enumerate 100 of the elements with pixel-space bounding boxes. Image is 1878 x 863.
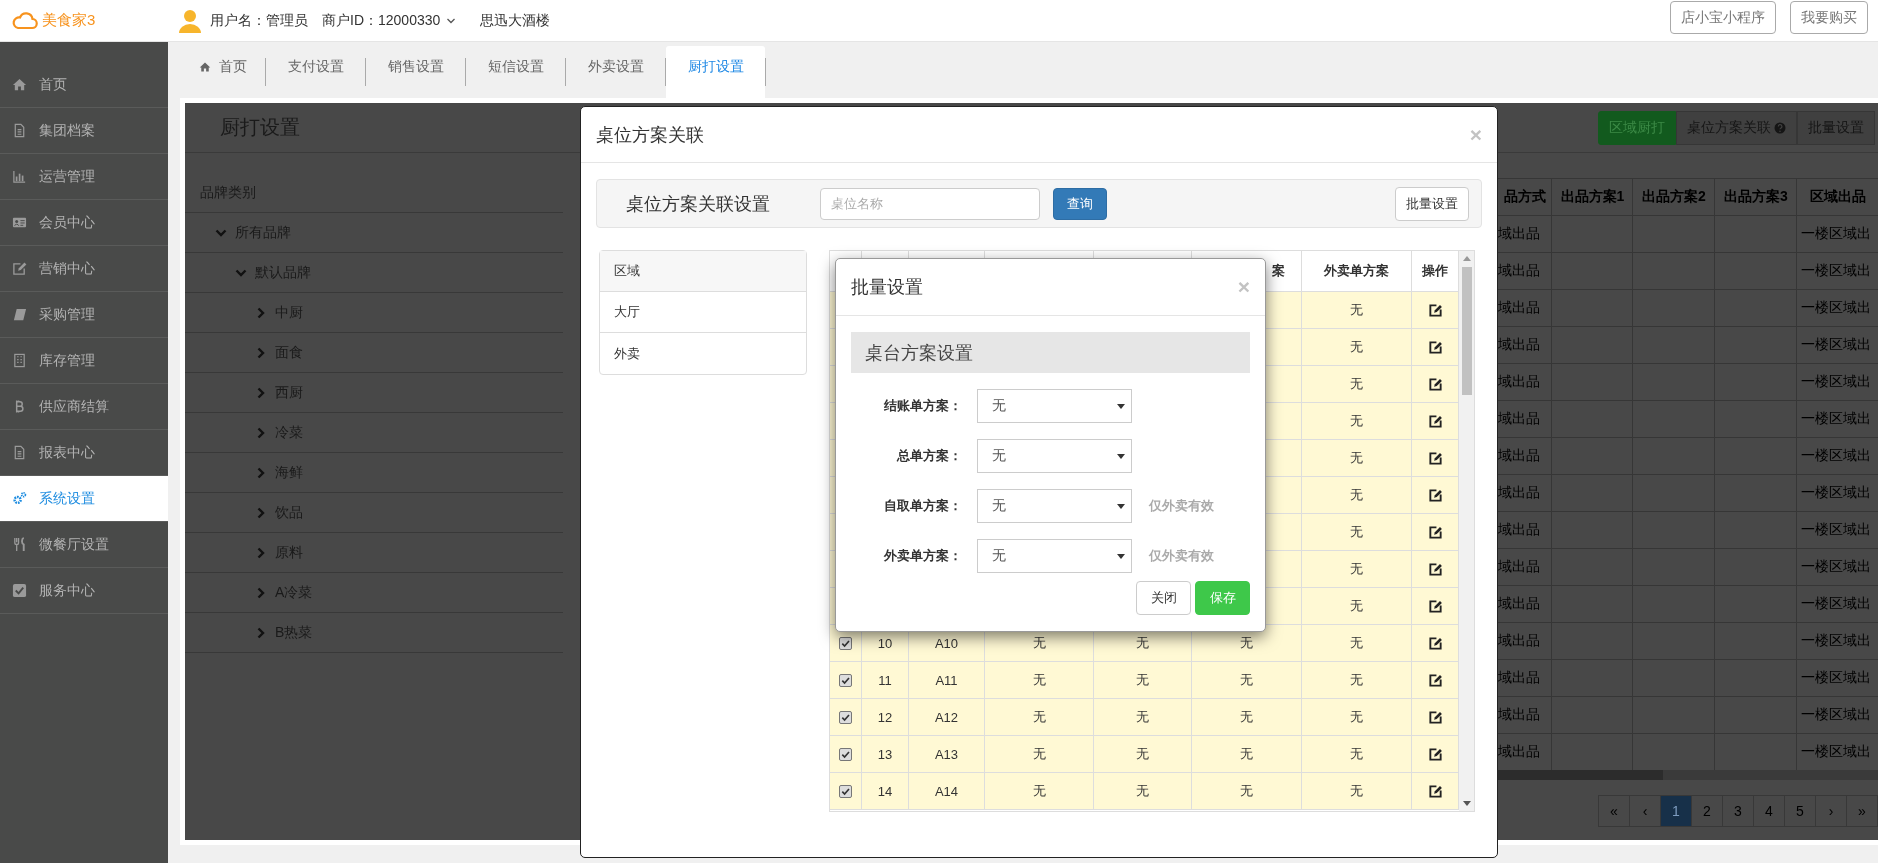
- table-cell-text: 域出品: [1498, 297, 1541, 317]
- table-row[interactable]: 13 A13 无 无 无 无: [830, 736, 1459, 773]
- close-button[interactable]: 关闭: [1136, 581, 1191, 615]
- utensils-icon: [12, 537, 27, 552]
- plan-select[interactable]: 无: [977, 439, 1132, 473]
- caret-icon: [1117, 452, 1125, 460]
- field-label: 结账单方案：: [883, 397, 962, 415]
- sidebar-item[interactable]: 营销中心: [0, 246, 168, 292]
- edit-icon[interactable]: [1427, 746, 1443, 762]
- edit-icon[interactable]: [1427, 487, 1443, 503]
- sidebar-item[interactable]: 库存管理: [0, 338, 168, 384]
- field-label: 总单方案：: [895, 447, 962, 465]
- edit-icon[interactable]: [1427, 376, 1443, 392]
- table-cell-text: 域出品: [1498, 371, 1541, 391]
- tab[interactable]: 销售设置: [366, 46, 465, 98]
- edit-icon[interactable]: [1427, 635, 1443, 651]
- page-link[interactable]: »: [1846, 795, 1878, 827]
- header-button[interactable]: 我要购买: [1790, 1, 1868, 34]
- scrollbar[interactable]: [1459, 251, 1474, 811]
- tab[interactable]: 外卖设置: [566, 46, 665, 98]
- checkbox[interactable]: [839, 710, 852, 724]
- checkbox[interactable]: [839, 673, 852, 687]
- table-cell-text: 一楼区域出: [1800, 260, 1872, 280]
- table-cell-text: 一楼区域出: [1800, 704, 1872, 724]
- cloud-logo-icon: [12, 10, 38, 31]
- table-cell-text: 一楼区域出: [1800, 445, 1872, 465]
- edit-icon[interactable]: [1427, 524, 1443, 540]
- table-cell-text: 域出品: [1498, 593, 1541, 613]
- table-cell-text: 域出品: [1498, 260, 1541, 280]
- arrow-down-icon[interactable]: [1462, 799, 1471, 807]
- table-cell-text: 域出品: [1498, 408, 1541, 428]
- table-cell-text: 域出品: [1498, 704, 1541, 724]
- tab[interactable]: 支付设置: [266, 46, 365, 98]
- checkbox[interactable]: [839, 636, 852, 650]
- tab[interactable]: 首页: [180, 46, 265, 98]
- sidebar-item[interactable]: 会员中心: [0, 200, 168, 246]
- column-header: 品方式: [1503, 186, 1547, 206]
- hint-text: 仅外卖有效: [1149, 497, 1214, 515]
- page-link[interactable]: 3: [1722, 795, 1754, 827]
- table-cell-text: 一楼区域出: [1800, 630, 1872, 650]
- sidebar-item[interactable]: 供应商结算: [0, 384, 168, 430]
- column-header: 出品方案1: [1559, 186, 1626, 206]
- edit-icon[interactable]: [1427, 783, 1443, 799]
- page-link[interactable]: ›: [1815, 795, 1847, 827]
- plan-select[interactable]: 无: [977, 489, 1132, 523]
- scrollbar[interactable]: [1498, 770, 1878, 780]
- sidebar-item[interactable]: 运营管理: [0, 154, 168, 200]
- query-button[interactable]: 查询: [1053, 187, 1107, 220]
- edit-icon[interactable]: [1427, 450, 1443, 466]
- table-row[interactable]: 12 A12 无 无 无 无: [830, 699, 1459, 736]
- table-cell-text: 域出品: [1498, 556, 1541, 576]
- table-cell: 无: [1192, 773, 1302, 810]
- table-row[interactable]: 11 A11 无 无 无 无: [830, 662, 1459, 699]
- home-icon: [198, 61, 211, 73]
- area-heading: 区域: [600, 251, 806, 292]
- checkbox[interactable]: [839, 784, 852, 798]
- plan-select[interactable]: 无: [977, 389, 1132, 423]
- sidebar-item[interactable]: 采购管理: [0, 292, 168, 338]
- search-field[interactable]: 桌位名称: [820, 187, 1040, 220]
- edit-icon[interactable]: [1427, 672, 1443, 688]
- document-icon: [12, 123, 27, 138]
- sidebar-item[interactable]: 微餐厅设置: [0, 522, 168, 568]
- column-header: 区域出品: [1808, 186, 1867, 206]
- edit-icon[interactable]: [1427, 598, 1443, 614]
- scrollbar-thumb[interactable]: [1498, 770, 1663, 780]
- table-cell-text: 域出品: [1498, 519, 1541, 539]
- page-link[interactable]: 5: [1784, 795, 1816, 827]
- edit-icon[interactable]: [1427, 709, 1443, 725]
- building-icon: [12, 353, 27, 368]
- page-link[interactable]: 2: [1691, 795, 1723, 827]
- scrollbar-thumb[interactable]: [1461, 267, 1472, 395]
- table-cell-text: 域出品: [1498, 741, 1541, 761]
- table-cell-text: 一楼区域出: [1800, 223, 1872, 243]
- page-link[interactable]: «: [1598, 795, 1630, 827]
- table-row[interactable]: 14 A14 无 无 无 无: [830, 773, 1459, 810]
- sidebar-item[interactable]: 系统设置: [0, 476, 168, 522]
- edit-icon[interactable]: [1427, 413, 1443, 429]
- bar-chart-icon: [12, 169, 27, 184]
- edit-icon[interactable]: [1427, 339, 1443, 355]
- home-icon: [12, 77, 27, 92]
- table-cell-text: 一楼区域出: [1800, 371, 1872, 391]
- table-cell-text: 域出品: [1498, 630, 1541, 650]
- page-link[interactable]: 1: [1660, 795, 1692, 827]
- sidebar-item[interactable]: 服务中心: [0, 568, 168, 614]
- area-item[interactable]: 大厅: [600, 292, 806, 333]
- page-link[interactable]: 4: [1753, 795, 1785, 827]
- dialog-title: 桌位方案关联: [596, 123, 704, 147]
- tab[interactable]: 厨打设置: [666, 46, 765, 98]
- area-item[interactable]: 外卖: [600, 333, 806, 374]
- checkbox[interactable]: [839, 747, 852, 761]
- plan-select[interactable]: 无: [977, 539, 1132, 573]
- sidebar-item[interactable]: 集团档案: [0, 108, 168, 154]
- edit-icon[interactable]: [1427, 302, 1443, 318]
- edit-icon[interactable]: [1427, 561, 1443, 577]
- tab[interactable]: 短信设置: [466, 46, 565, 98]
- header-button[interactable]: 店小宝小程序: [1670, 1, 1776, 34]
- batch-settings-button[interactable]: 批量设置: [1395, 186, 1469, 221]
- table-cell-text: 一楼区域出: [1800, 556, 1872, 576]
- table-cell: 14: [862, 773, 909, 810]
- page-link[interactable]: ‹: [1629, 795, 1661, 827]
